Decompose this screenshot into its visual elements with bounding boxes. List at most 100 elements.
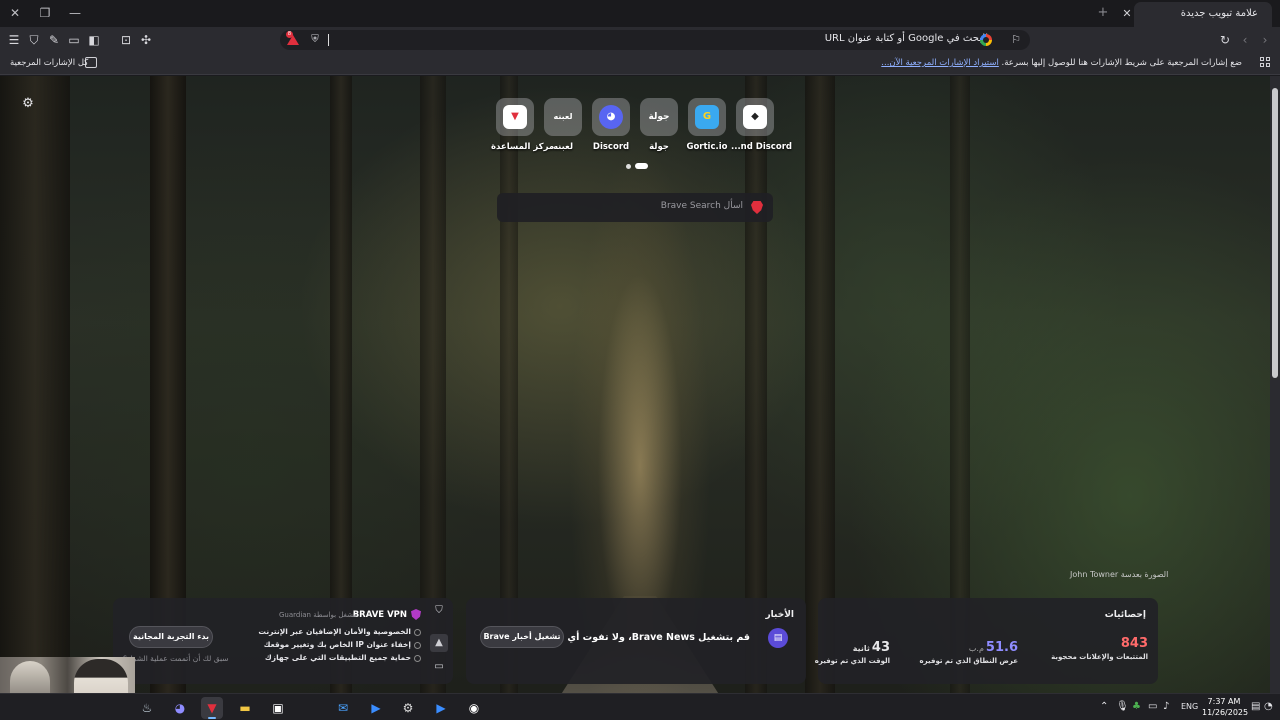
scrollbar-thumb[interactable]	[1272, 88, 1278, 378]
time-value: 43	[871, 640, 890, 655]
page-dot[interactable]	[626, 164, 631, 169]
top-site-label: مركز المساعدة	[491, 142, 555, 152]
tree-trunk	[0, 76, 70, 693]
search-placeholder: اسأل Brave Search	[660, 201, 743, 211]
focus-icon[interactable]: ◔	[1264, 700, 1273, 714]
vpn-feature: إخفاء عنوان IP الخاص بك وتغيير موقعك	[263, 640, 422, 649]
new-tab-button[interactable]: +	[1096, 6, 1110, 20]
vpn-purchased-link[interactable]: سبق لك أن أتممت عملية الشراء؟	[123, 654, 229, 663]
file-explorer-icon[interactable]: ▬	[234, 697, 256, 719]
vpn-card-sidebar: ⛉ ▲ ▭	[425, 598, 453, 684]
discord-icon: ◕	[599, 105, 623, 129]
top-sites-pagination[interactable]	[626, 163, 650, 171]
news-title: الأخبار	[765, 610, 794, 620]
vpn-feature: الخصوصية والأمان الإضافيان عبر الإنترنت	[258, 627, 421, 636]
back-icon[interactable]: ‹	[1237, 32, 1253, 48]
bandwidth-unit: م.ب	[968, 644, 984, 653]
page-dot-active[interactable]	[635, 163, 648, 169]
bandwidth-label: عرض النطاق الذي تم توفيره	[919, 657, 1018, 665]
vpn-feature: حماية جميع التطبيقات التي على جهازك	[264, 653, 422, 662]
url-input[interactable]: البحث في Google أو كتابة عنوان URL	[825, 33, 988, 44]
import-bookmarks-link[interactable]: استيراد الإشارات المرجعية الآن...	[881, 58, 999, 68]
menu-icon[interactable]: ☰	[6, 32, 22, 48]
tab-title: علامة تبويب جديدة	[1180, 8, 1258, 19]
settings-taskbar-icon[interactable]: ⚙	[397, 697, 419, 719]
window-minimize-button[interactable]: —	[64, 4, 86, 22]
top-site-tile[interactable]: ◕ Discord	[587, 98, 635, 152]
time-stat: 43ثانية الوقت الذي تم توفيره	[815, 636, 890, 665]
up-icon[interactable]: ▲	[430, 634, 448, 652]
top-site-label: Discord	[592, 142, 630, 152]
trackers-stat: 843 المتتبعات والإعلانات محجوبة	[1051, 636, 1148, 661]
top-site-icon: ◆	[743, 105, 767, 129]
obs-icon[interactable]: ◉	[463, 697, 485, 719]
vpn-powered-by: مشغل بواسطة Guardian	[278, 611, 357, 619]
vpn-trial-button[interactable]: بدء التجربة المجانية	[129, 626, 213, 648]
mail-icon[interactable]: ✉	[332, 697, 354, 719]
trackers-value: 843	[1120, 636, 1148, 651]
forward-icon[interactable]: ›	[1257, 32, 1273, 48]
microphone-icon[interactable]: 🎙	[1116, 700, 1129, 714]
bandwidth-stat: 51.6م.ب عرض النطاق الذي تم توفيره	[920, 636, 1018, 665]
time-unit: ثانية	[852, 644, 870, 653]
news-icon: ▤	[768, 628, 788, 648]
notifications-icon[interactable]: ▤	[1251, 700, 1260, 714]
wallet-icon[interactable]: ▭	[66, 32, 82, 48]
brush-icon[interactable]: ✎	[46, 32, 62, 48]
volume-icon[interactable]: ♪	[1163, 700, 1169, 714]
clock-date: 11/26/2025	[1202, 708, 1249, 717]
vpn-logo-icon	[411, 609, 421, 620]
vpn-card: BRAVE VPN مشغل بواسطة Guardian الخصوصية …	[113, 598, 453, 684]
brave-taskbar-icon[interactable]: ▼	[201, 697, 223, 719]
brave-lion-icon	[751, 201, 763, 214]
brave-lion-icon: ▼	[503, 105, 527, 129]
media-app-icon[interactable]: ▶	[430, 697, 452, 719]
top-site-tile[interactable]: جولة جولة	[635, 98, 683, 152]
tab-new-tab[interactable]: علامة تبويب جديدة ✕	[1122, 2, 1272, 27]
brave-search-box[interactable]: اسأل Brave Search	[497, 193, 773, 222]
brave-rewards-icon[interactable]: 8	[286, 31, 300, 46]
news-text: قم بتشغيل Brave News، ولا تفوت أي خبر	[547, 632, 750, 643]
bookmarks-hint: ضع إشارات المرجعية على شريط الإشارات هنا…	[881, 58, 1242, 68]
reload-icon[interactable]: ↻	[1217, 32, 1233, 48]
address-bar[interactable]: 8 ⛨ البحث في Google أو كتابة عنوان URL ⚐	[280, 30, 1030, 50]
bookmarks-bar: كل الإشارات المرجعية ضع إشارات المرجعية …	[0, 53, 1280, 75]
bandwidth-value: 51.6	[985, 640, 1018, 655]
extensions-icon[interactable]: ✣	[138, 32, 154, 48]
enable-news-button[interactable]: تشغيل أخبار Brave	[480, 626, 564, 648]
google-icon	[980, 34, 992, 46]
window-close-button[interactable]: ✕	[4, 4, 26, 22]
trackers-label: المتتبعات والإعلانات محجوبة	[1051, 653, 1148, 661]
bookmarks-hint-text: ضع إشارات المرجعية على شريط الإشارات هنا…	[1001, 58, 1242, 68]
taskbar: ♨ ◕ ▼ ▬ ▣ ✉ ▶ ⚙ ▶ ◉ ⌃ 🎙 ♣ ▭ ♪ ENG 7:37 A…	[0, 693, 1280, 720]
screenshot-icon[interactable]: ⊡	[118, 32, 134, 48]
language-indicator[interactable]: ENG	[1181, 700, 1198, 714]
tab-close-icon[interactable]: ✕	[1120, 7, 1134, 20]
store-icon[interactable]: ▣	[267, 697, 289, 719]
apps-grid-icon[interactable]	[1260, 57, 1272, 69]
news-card: الأخبار ▤ قم بتشغيل Brave News، ولا تفوت…	[466, 598, 806, 684]
show-hidden-icons[interactable]: ⌃	[1100, 700, 1108, 714]
clock[interactable]: 7:37 AM 11/26/2025	[1202, 696, 1249, 718]
media-player-icon[interactable]: ▶	[365, 697, 387, 719]
photo-credit[interactable]: الصورة بعدسة John Towner	[1070, 570, 1168, 579]
stats-title: إحصائيات	[1104, 610, 1146, 620]
vpn-shield-icon[interactable]: ⛉	[432, 604, 446, 618]
steam-icon[interactable]: ♨	[136, 697, 158, 719]
network-icon[interactable]: ▭	[1148, 700, 1157, 714]
top-site-tile[interactable]: ▼ مركز المساعدة	[491, 98, 555, 152]
brave-shields-icon[interactable]: ⛨	[309, 33, 321, 47]
vpn-title: BRAVE VPN	[352, 610, 407, 620]
window-restore-button[interactable]: ❐	[34, 4, 56, 22]
vpn-shield-icon[interactable]: ⛉	[26, 32, 42, 48]
top-site-tile[interactable]: ◆ ...nd Discord	[731, 98, 792, 152]
all-bookmarks-button[interactable]: كل الإشارات المرجعية	[10, 58, 88, 68]
bookmark-icon[interactable]: ⚐	[1010, 33, 1022, 47]
title-bar: ✕ ❐ — + علامة تبويب جديدة ✕	[0, 0, 1280, 27]
tray-app-icon[interactable]: ♣	[1132, 700, 1141, 714]
camera-icon[interactable]: ▭	[432, 660, 446, 674]
discord-taskbar-icon[interactable]: ◕	[169, 697, 191, 719]
customize-gear-icon[interactable]: ⚙	[20, 96, 36, 112]
top-site-tile[interactable]: G Gortic.io	[683, 98, 731, 152]
sidebar-icon[interactable]: ◧	[86, 32, 102, 48]
